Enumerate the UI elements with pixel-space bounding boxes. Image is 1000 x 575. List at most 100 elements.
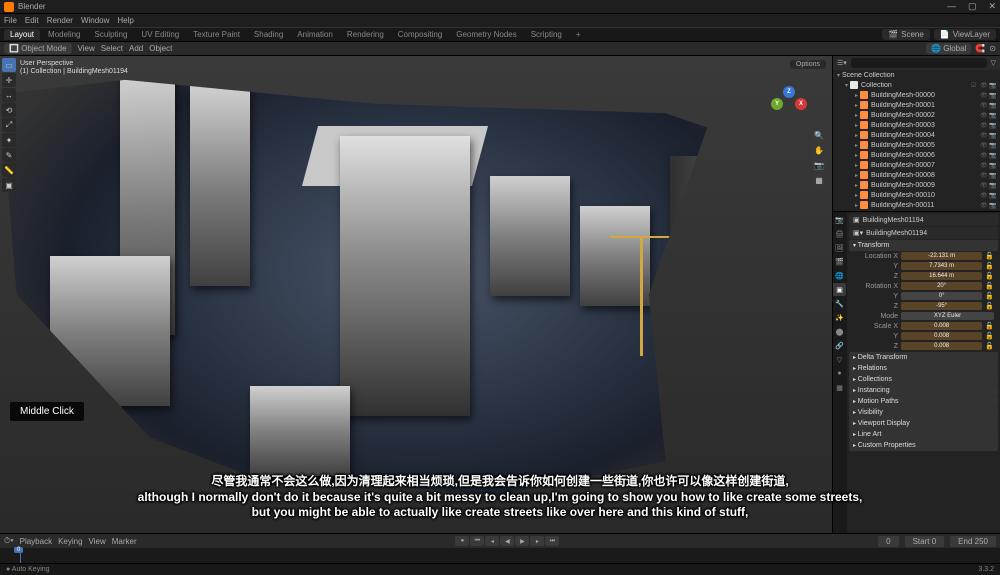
tab-add[interactable]: +	[570, 29, 587, 40]
menu-select[interactable]: Select	[101, 44, 123, 53]
outliner-item[interactable]: ▸BuildingMesh-00004👁📷	[833, 130, 1000, 140]
lock-icon[interactable]: 🔓	[985, 322, 994, 330]
datablock-field[interactable]: ▣▾ BuildingMesh01194	[849, 227, 998, 239]
outliner-search[interactable]	[851, 58, 987, 68]
snap-icon[interactable]: 🧲	[975, 44, 985, 53]
scale-z[interactable]: 0.008	[901, 342, 982, 350]
menu-render[interactable]: Render	[47, 16, 73, 25]
outliner-item[interactable]: ▸BuildingMesh-00001👁📷	[833, 100, 1000, 110]
tl-keying[interactable]: Keying	[58, 537, 82, 546]
outliner-item[interactable]: ▸BuildingMesh-00005👁📷	[833, 140, 1000, 150]
axis-x-icon[interactable]: X	[795, 98, 807, 110]
ptab-viewlayer-icon[interactable]: 🖼	[833, 241, 846, 254]
tool-move[interactable]: ↔	[2, 88, 16, 102]
ptab-material-icon[interactable]: ●	[833, 367, 846, 380]
menu-view[interactable]: View	[78, 44, 95, 53]
lock-icon[interactable]: 🔓	[985, 272, 994, 280]
loc-y[interactable]: 7.7343 m	[901, 262, 982, 270]
filter-icon[interactable]: ▽	[991, 59, 996, 67]
lock-icon[interactable]: 🔓	[985, 282, 994, 290]
menu-help[interactable]: Help	[117, 16, 133, 25]
lock-icon[interactable]: 🔓	[985, 332, 994, 340]
section-viewport-display[interactable]: Viewport Display	[849, 418, 998, 429]
lock-icon[interactable]: 🔓	[985, 302, 994, 310]
ptab-output-icon[interactable]: 🖨	[833, 227, 846, 240]
tool-rotate[interactable]: ⟲	[2, 103, 16, 117]
axis-z-icon[interactable]: Z	[783, 86, 795, 98]
section-visibility[interactable]: Visibility	[849, 407, 998, 418]
tab-uv[interactable]: UV Editing	[135, 29, 185, 40]
zoom-icon[interactable]: 🔍	[812, 128, 826, 142]
axis-y-icon[interactable]: Y	[771, 98, 783, 110]
play-reverse-icon[interactable]: ◀	[500, 536, 514, 546]
play-icon[interactable]: ▶	[515, 536, 529, 546]
section-delta-transform[interactable]: Delta Transform	[849, 352, 998, 363]
lock-icon[interactable]: 🔓	[985, 252, 994, 260]
scale-x[interactable]: 0.008	[901, 322, 982, 330]
autokey-icon[interactable]: ●	[455, 536, 469, 546]
ptab-particle-icon[interactable]: ✨	[833, 311, 846, 324]
rot-z[interactable]: -95°	[901, 302, 982, 310]
end-frame[interactable]: End 250	[950, 536, 996, 547]
outliner-item[interactable]: ▸BuildingMesh-00002👁📷	[833, 110, 1000, 120]
ptab-render-icon[interactable]: 📷	[833, 213, 846, 226]
menu-window[interactable]: Window	[81, 16, 109, 25]
ptab-data-icon[interactable]: ▽	[833, 353, 846, 366]
keyframe-next-icon[interactable]: ▸	[530, 536, 544, 546]
rot-mode[interactable]: XYZ Euler	[901, 312, 994, 320]
minimize-button[interactable]: —	[947, 1, 956, 12]
rot-x[interactable]: 20°	[901, 282, 982, 290]
jump-start-icon[interactable]: ⏮	[470, 536, 484, 546]
ptab-world-icon[interactable]: 🌐	[833, 269, 846, 282]
ptab-physics-icon[interactable]: ⬤	[833, 325, 846, 338]
lock-icon[interactable]: 🔓	[985, 292, 994, 300]
tab-shading[interactable]: Shading	[248, 29, 289, 40]
lock-icon[interactable]: 🔓	[985, 262, 994, 270]
menu-object[interactable]: Object	[149, 44, 172, 53]
outliner-item[interactable]: ▸BuildingMesh-00008👁📷	[833, 170, 1000, 180]
lock-icon[interactable]: 🔓	[985, 342, 994, 350]
outliner-item[interactable]: ▸BuildingMesh-00006👁📷	[833, 150, 1000, 160]
menu-file[interactable]: File	[4, 16, 17, 25]
orientation-dropdown[interactable]: 🌐 Global	[926, 43, 971, 54]
outliner-item[interactable]: ▸BuildingMesh-00007👁📷	[833, 160, 1000, 170]
persp-icon[interactable]: ▦	[812, 173, 826, 187]
tab-texture[interactable]: Texture Paint	[187, 29, 246, 40]
section-line-art[interactable]: Line Art	[849, 429, 998, 440]
outliner-item[interactable]: ▸BuildingMesh-00009👁📷	[833, 180, 1000, 190]
tab-compositing[interactable]: Compositing	[392, 29, 448, 40]
keyframe-prev-icon[interactable]: ◂	[485, 536, 499, 546]
outliner-item[interactable]: ▸BuildingMesh-00010👁📷	[833, 190, 1000, 200]
section-motion-paths[interactable]: Motion Paths	[849, 396, 998, 407]
ptab-texture-icon[interactable]: ▦	[833, 381, 846, 394]
tab-rendering[interactable]: Rendering	[341, 29, 390, 40]
outliner-mode-icon[interactable]: ☰▾	[837, 59, 847, 67]
viewlayer-selector[interactable]: 📄 ViewLayer	[934, 29, 996, 40]
tool-annotate[interactable]: ✎	[2, 148, 16, 162]
scene-selector[interactable]: 🎬 Scene	[882, 29, 930, 40]
object-name-field[interactable]: ▣ BuildingMesh01194	[849, 214, 998, 226]
rot-y[interactable]: 0°	[901, 292, 982, 300]
jump-end-icon[interactable]: ⏭	[545, 536, 559, 546]
tool-cursor[interactable]: ✛	[2, 73, 16, 87]
tab-scripting[interactable]: Scripting	[525, 29, 568, 40]
ptab-object-icon[interactable]: ▣	[833, 283, 846, 296]
tl-playback[interactable]: Playback	[20, 537, 52, 546]
mode-dropdown[interactable]: 🔳 Object Mode	[4, 43, 72, 54]
ptab-scene-icon[interactable]: 🎬	[833, 255, 846, 268]
outliner-collection[interactable]: ▾ Collection ☑👁📷	[833, 80, 1000, 90]
menu-add[interactable]: Add	[129, 44, 143, 53]
tool-scale[interactable]: ⤢	[2, 118, 16, 132]
close-button[interactable]: ✕	[988, 1, 996, 12]
timeline-editor-icon[interactable]: ⏱▾	[4, 536, 14, 546]
tl-marker[interactable]: Marker	[112, 537, 137, 546]
menu-edit[interactable]: Edit	[25, 16, 39, 25]
camera-icon[interactable]: 📷	[812, 158, 826, 172]
outliner-scene-collection[interactable]: ▾Scene Collection	[833, 70, 1000, 80]
tab-sculpting[interactable]: Sculpting	[89, 29, 134, 40]
ptab-constraint-icon[interactable]: 🔗	[833, 339, 846, 352]
nav-gizmo[interactable]: Z Y X	[771, 86, 807, 122]
maximize-button[interactable]: ▢	[968, 1, 977, 12]
tab-animation[interactable]: Animation	[291, 29, 339, 40]
scale-y[interactable]: 0.008	[901, 332, 982, 340]
